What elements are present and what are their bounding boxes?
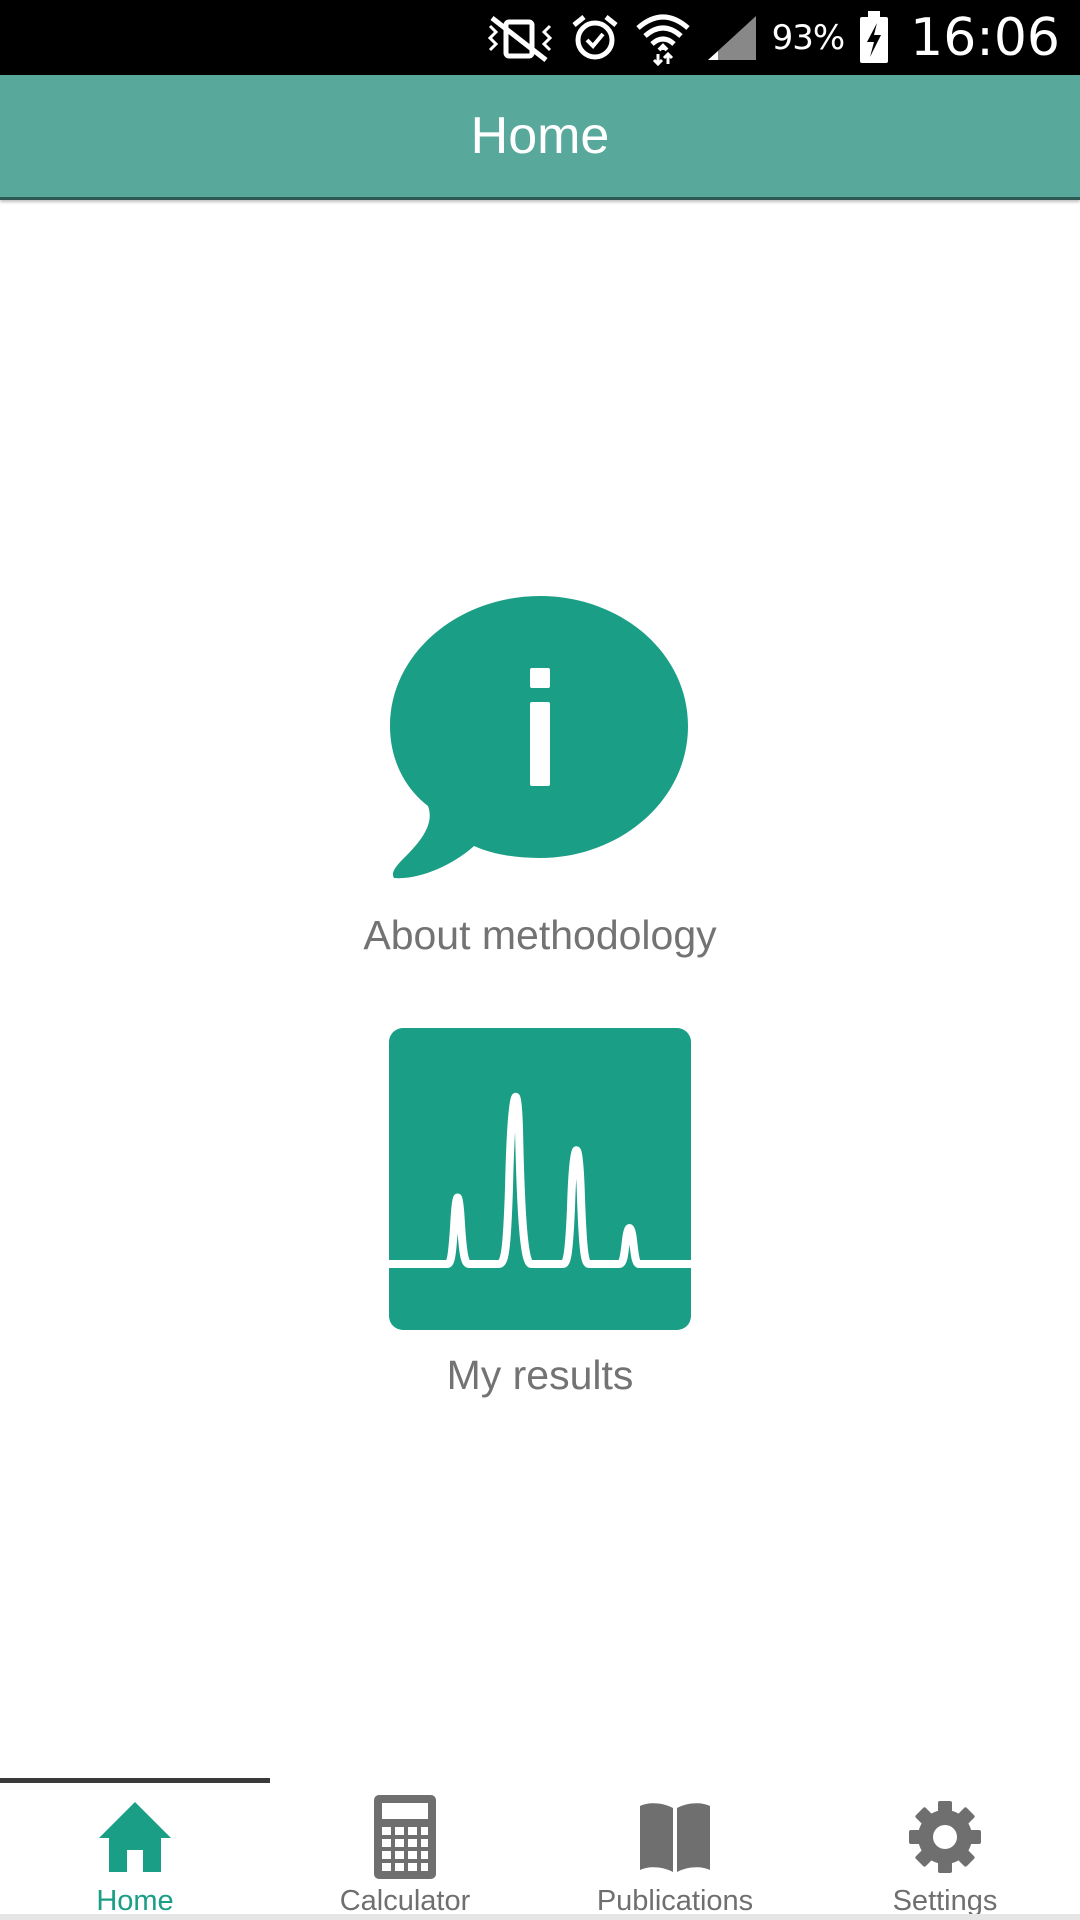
nav-item-calculator[interactable]: Calculator (270, 1775, 540, 1920)
bottom-navigation: Home Calculator Publications Settings (0, 1775, 1080, 1920)
home-icon (97, 1795, 173, 1879)
status-time: 16:06 (910, 7, 1060, 68)
battery-percent: 93% (771, 17, 846, 58)
nav-item-publications[interactable]: Publications (540, 1775, 810, 1920)
my-results-tile[interactable]: My results (340, 1028, 740, 1399)
book-icon (638, 1795, 712, 1879)
my-results-label: My results (446, 1352, 634, 1398)
mute-vibrate-icon (484, 14, 556, 62)
about-methodology-tile[interactable]: About methodology (340, 590, 740, 959)
nav-item-settings[interactable]: Settings (810, 1775, 1080, 1920)
chromatogram-icon (389, 1028, 691, 1330)
active-tab-indicator (0, 1778, 270, 1783)
signal-icon (706, 14, 758, 62)
wifi-icon (634, 10, 692, 66)
about-methodology-label: About methodology (363, 912, 717, 958)
app-bar: Home (0, 75, 1080, 200)
nav-item-home[interactable]: Home (0, 1775, 270, 1920)
status-icons: 93% 16:06 (484, 0, 1060, 75)
gear-icon (907, 1795, 983, 1879)
bottom-edge-divider (0, 1914, 1080, 1920)
info-speech-bubble-icon (390, 596, 688, 879)
status-bar: 93% 16:06 (0, 0, 1080, 75)
calculator-icon (374, 1795, 436, 1879)
page-title: Home (470, 107, 610, 165)
alarm-icon (570, 13, 620, 63)
battery-charging-icon (858, 10, 890, 65)
screen: 93% 16:06 Home About methodology My resu… (0, 0, 1080, 1920)
